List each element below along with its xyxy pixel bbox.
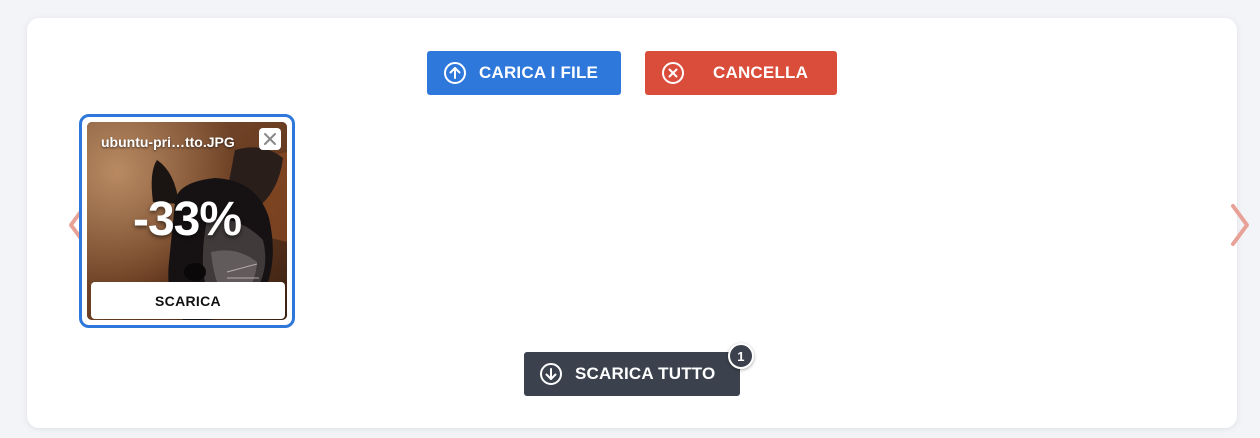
file-thumbnail: ubuntu-pri…tto.JPG -33% SCARICA: [87, 122, 287, 320]
clear-label: CANCELLA: [713, 63, 809, 82]
arrow-up-circle-icon: [443, 61, 467, 85]
chevron-right-icon: [1231, 204, 1249, 246]
file-card[interactable]: ubuntu-pri…tto.JPG -33% SCARICA: [79, 114, 295, 328]
upload-files-label: CARICA I FILE: [479, 63, 599, 82]
download-all-button[interactable]: SCARICA TUTTO 1: [524, 343, 754, 396]
download-all-label: SCARICA TUTTO: [575, 364, 716, 383]
upload-panel: CARICA I FILE CANCELLA ubuntu-pri…tto.JP…: [27, 18, 1249, 428]
compression-percent: -33%: [132, 193, 242, 246]
next-arrow[interactable]: [1225, 202, 1255, 248]
download-file-button[interactable]: SCARICA: [91, 282, 285, 319]
arrow-down-circle-icon: [539, 362, 563, 386]
file-count-badge: 1: [728, 343, 754, 369]
upload-files-button[interactable]: CARICA I FILE: [427, 51, 621, 95]
remove-file-button[interactable]: [259, 128, 281, 150]
close-icon: [264, 133, 276, 145]
file-name: ubuntu-pri…tto.JPG: [101, 134, 235, 150]
x-circle-icon: [661, 61, 685, 85]
clear-button[interactable]: CANCELLA: [645, 51, 837, 95]
